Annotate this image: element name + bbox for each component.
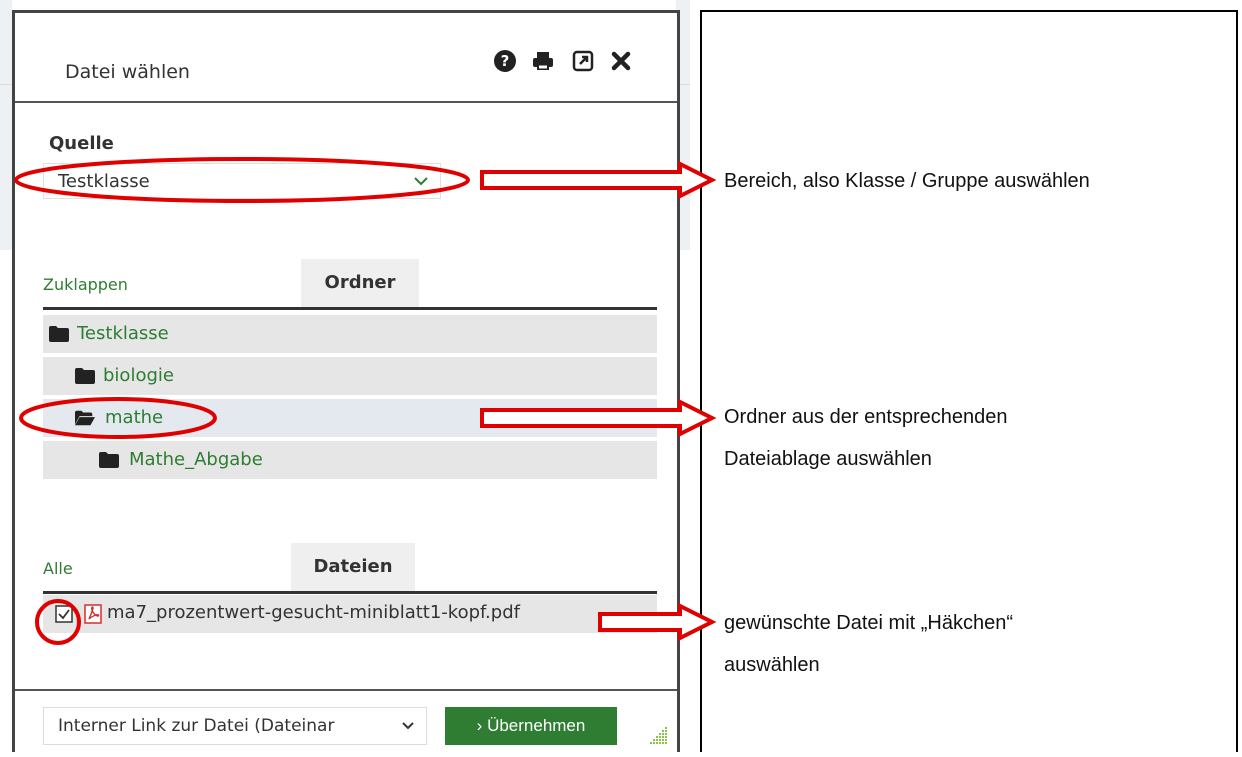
tab-underline <box>43 307 657 310</box>
source-select-value: Testklasse <box>58 171 150 192</box>
tree-item-label: Testklasse <box>77 323 169 344</box>
close-icon[interactable] <box>609 49 633 73</box>
print-icon[interactable] <box>531 49 555 73</box>
source-label: Quelle <box>49 133 114 154</box>
tab-folders[interactable]: Ordner <box>301 259 419 307</box>
tree-item-mathe[interactable]: mathe <box>43 399 657 439</box>
file-row: ma7_prozentwert-gesucht-miniblatt1-kopf.… <box>43 595 657 633</box>
annotation-file-line2: auswählen <box>724 654 820 676</box>
tree-item-testklasse[interactable]: Testklasse <box>43 315 657 355</box>
folder-icon <box>49 326 69 342</box>
dialog-footer: Interner Link zur Datei (Dateinar › Über… <box>15 689 677 757</box>
pdf-icon <box>84 604 102 624</box>
svg-text:?: ? <box>501 52 510 70</box>
link-type-value: Interner Link zur Datei (Dateinar <box>58 716 335 736</box>
annotation-source: Bereich, also Klasse / Gruppe auswählen <box>724 170 1090 192</box>
checkbox-checked-icon[interactable] <box>55 605 73 623</box>
background-divider <box>0 84 12 85</box>
source-select[interactable]: Testklasse <box>43 163 441 199</box>
chevron-down-icon <box>414 177 428 186</box>
tree-item-label: Mathe_Abgabe <box>129 449 263 470</box>
tab-files-label: Dateien <box>313 556 393 577</box>
resize-grip-icon[interactable] <box>647 725 669 747</box>
dialog-header: Datei wählen ? <box>15 13 677 103</box>
link-type-select[interactable]: Interner Link zur Datei (Dateinar <box>43 707 427 745</box>
tree-item-label: biologie <box>103 365 174 386</box>
folder-icon <box>99 452 119 468</box>
annotation-folder-line1: Ordner aus der entsprechenden <box>724 406 1008 428</box>
apply-button-label: Übernehmen <box>487 716 586 735</box>
file-name[interactable]: ma7_prozentwert-gesucht-miniblatt1-kopf.… <box>107 602 520 623</box>
dialog-title: Datei wählen <box>65 61 190 83</box>
background-divider <box>680 84 690 85</box>
tree-item-mathe-abgabe[interactable]: Mathe_Abgabe <box>43 441 657 481</box>
popout-icon[interactable] <box>571 49 595 73</box>
help-icon[interactable]: ? <box>493 49 517 73</box>
tab-folders-label: Ordner <box>324 272 396 293</box>
folder-open-icon <box>75 410 95 426</box>
tab-files[interactable]: Dateien <box>291 543 415 591</box>
tab-underline <box>43 591 657 594</box>
annotation-folder-line2: Dateiablage auswählen <box>724 448 932 470</box>
collapse-link[interactable]: Zuklappen <box>43 275 128 294</box>
apply-button[interactable]: › Übernehmen <box>445 707 617 745</box>
tree-item-label: mathe <box>105 407 164 428</box>
folder-icon <box>75 368 95 384</box>
chevron-down-icon <box>402 722 414 730</box>
file-chooser-dialog: Datei wählen ? Quelle Testklasse Zuklapp… <box>12 10 680 757</box>
apply-chevron-icon: › <box>476 716 483 735</box>
background-panel-left <box>0 0 12 250</box>
tree-item-biologie[interactable]: biologie <box>43 357 657 397</box>
annotation-file-line1: gewünschte Datei mit „Häkchen“ <box>724 612 1014 634</box>
select-all-link[interactable]: Alle <box>43 559 73 578</box>
